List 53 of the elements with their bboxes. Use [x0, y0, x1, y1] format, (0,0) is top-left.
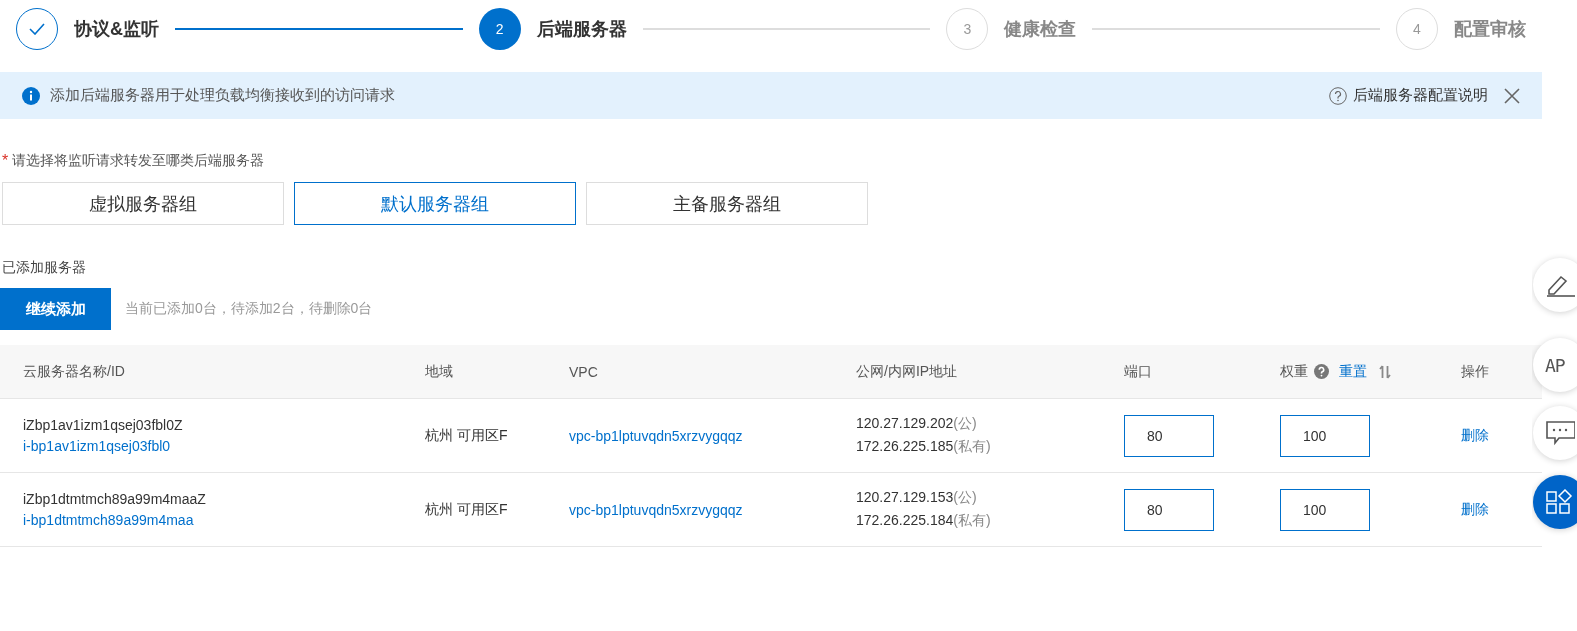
- help-icon: [1329, 86, 1347, 105]
- help-link[interactable]: 后端服务器配置说明: [1353, 86, 1488, 105]
- column-header: 端口: [1124, 362, 1153, 381]
- region-cell-text: 杭州 可用区F: [425, 426, 509, 445]
- add-summary: 当前已添加0台，待添加2台，待删除0台: [125, 300, 373, 318]
- step-label: 协议&监听: [74, 18, 159, 41]
- required-mark: *: [2, 152, 9, 170]
- vpc-link[interactable]: vpc-bp1lptuvqdn5xrzvygqqz: [569, 501, 743, 518]
- add-more-button[interactable]: 继续添加: [0, 288, 111, 330]
- weight-input[interactable]: 100: [1280, 488, 1370, 531]
- instance-name: iZbp1av1izm1qsej03fbl0Z: [23, 417, 184, 433]
- step-label: 健康检查: [1004, 18, 1077, 41]
- instance-name: iZbp1dtmtmch89a99m4maaZ: [23, 491, 207, 507]
- step-circle: 2: [478, 8, 521, 50]
- tool-button[interactable]: [1533, 406, 1577, 460]
- vpc-link[interactable]: vpc-bp1lptuvqdn5xrzvygqqz: [569, 427, 743, 444]
- step-label: 后端服务器: [536, 18, 627, 41]
- delete-link[interactable]: 删除: [1461, 500, 1489, 519]
- step-label: 配置审核: [1454, 18, 1526, 41]
- server-group-option[interactable]: 默认服务器组: [294, 182, 576, 225]
- apps-icon: [1545, 489, 1575, 515]
- public-ip: 120.27.129.202(公): [856, 415, 978, 433]
- field-label: 请选择将监听请求转发至哪类后端服务器: [12, 152, 265, 170]
- info-icon: [22, 86, 40, 105]
- public-ip: 120.27.129.153(公): [856, 489, 978, 507]
- tool-button[interactable]: [1533, 475, 1577, 529]
- private-ip: 172.26.225.184(私有): [856, 512, 992, 530]
- private-ip: 172.26.225.185(私有): [856, 438, 992, 456]
- reset-link[interactable]: 重置: [1339, 362, 1367, 381]
- port-input[interactable]: 80: [1124, 488, 1214, 531]
- check-icon: [29, 23, 45, 35]
- section-label: 已添加服务器: [1, 259, 87, 277]
- column-header: 权重: [1280, 362, 1308, 381]
- server-group-option[interactable]: 虚拟服务器组: [2, 182, 284, 225]
- weight-input[interactable]: 100: [1280, 414, 1370, 457]
- instance-id-link[interactable]: i-bp1dtmtmch89a99m4maa: [23, 512, 425, 528]
- column-header: VPC: [569, 363, 599, 380]
- server-group-option[interactable]: 主备服务器组: [586, 182, 868, 225]
- delete-link[interactable]: 删除: [1461, 426, 1489, 445]
- tool-button[interactable]: AP: [1533, 338, 1577, 392]
- column-header: 地域: [425, 362, 454, 381]
- tool-button[interactable]: [1533, 258, 1577, 312]
- column-header: 操作: [1461, 362, 1490, 381]
- alert-message: 添加后端服务器用于处理负载均衡接收到的访问请求: [50, 86, 396, 105]
- port-input[interactable]: 80: [1124, 414, 1214, 457]
- close-icon[interactable]: [1504, 87, 1520, 104]
- column-header: 云服务器名称/ID: [22, 362, 126, 381]
- column-header: 公网/内网IP地址: [856, 362, 959, 381]
- chat-icon: [1545, 420, 1575, 446]
- sort-icon[interactable]: [1379, 364, 1391, 379]
- help-icon[interactable]: [1314, 364, 1329, 379]
- region-cell-text: 杭州 可用区F: [425, 500, 509, 519]
- instance-id-link[interactable]: i-bp1av1izm1qsej03fbl0: [23, 438, 425, 454]
